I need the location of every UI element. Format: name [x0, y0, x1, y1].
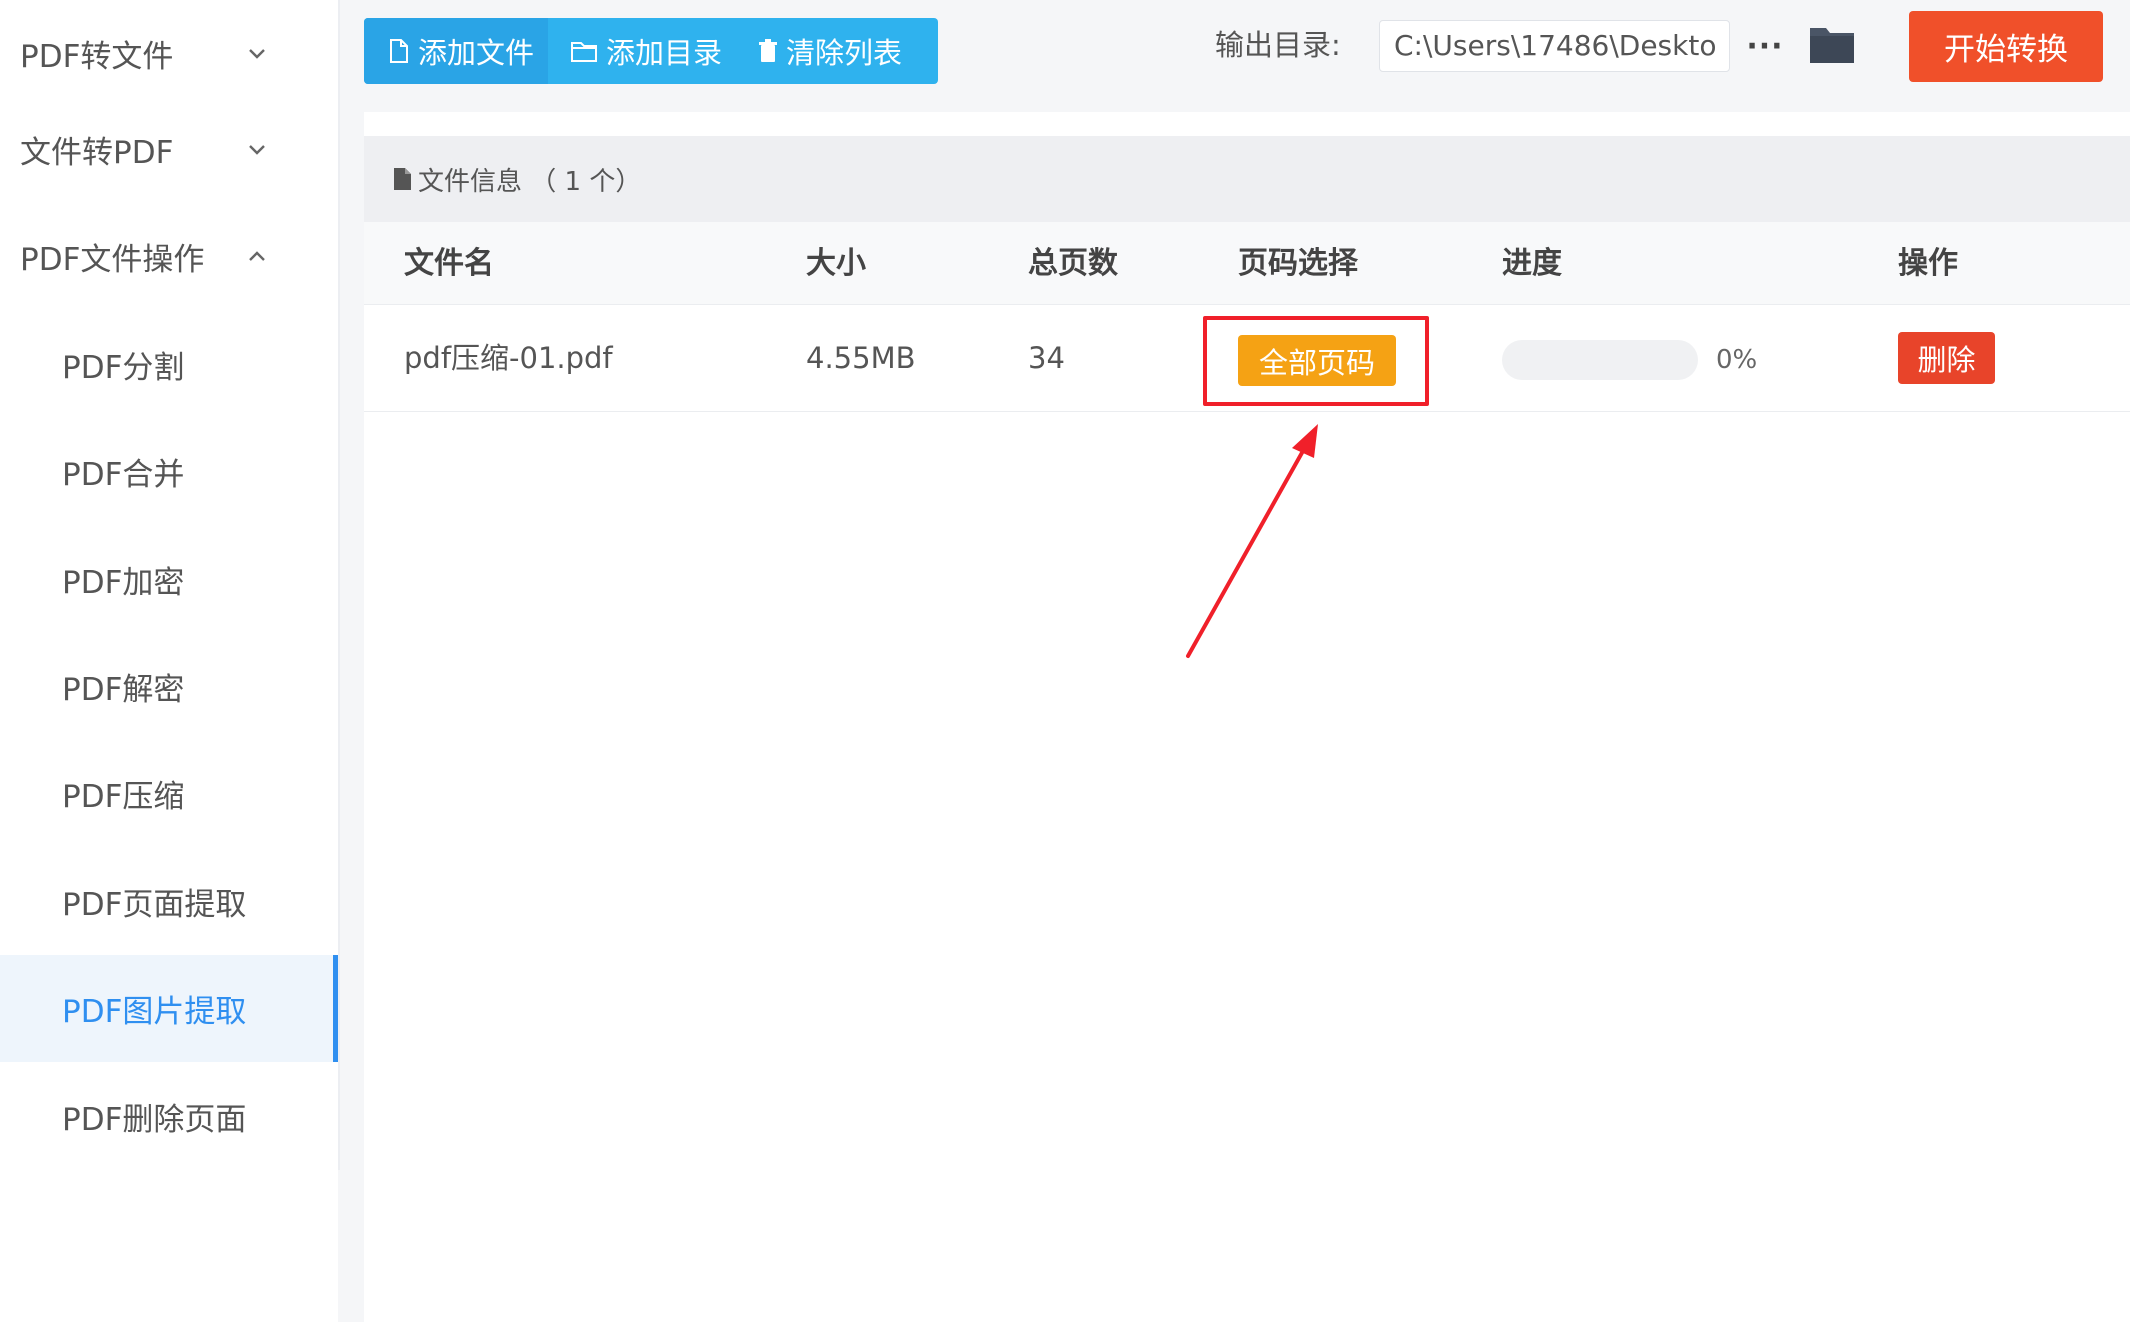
sidebar: PDF转文件 文件转PDF PDF文件操作 PDF分割 PDF合并 PDF加密 …: [0, 0, 338, 1170]
sidebar-item-label: PDF解密: [62, 672, 185, 708]
add-directory-button[interactable]: 添加目录: [548, 18, 736, 84]
sidebar-item-pdf-encrypt[interactable]: PDF加密: [0, 526, 338, 633]
file-name-cell: pdf压缩-01.pdf: [404, 341, 613, 375]
trash-icon: [759, 39, 778, 62]
sidebar-item-pdf-decrypt[interactable]: PDF解密: [0, 633, 338, 740]
start-convert-button[interactable]: 开始转换: [1909, 11, 2103, 82]
sidebar-item-label: PDF删除页面: [62, 1102, 247, 1138]
file-icon: [394, 168, 411, 190]
sidebar-group-pdf-to-file[interactable]: PDF转文件: [0, 0, 338, 107]
clear-list-label: 清除列表: [786, 36, 903, 70]
file-info-bar: 文件信息 （ 1 个）: [364, 136, 2130, 222]
sidebar-group-pdf-operations[interactable]: PDF文件操作: [0, 203, 338, 310]
sidebar-item-label: PDF图片提取: [62, 994, 247, 1030]
total-pages-cell: 34: [1028, 341, 1065, 375]
chevron-down-icon: [249, 144, 265, 155]
column-header-name: 文件名: [404, 246, 494, 281]
progress-text: 0%: [1716, 345, 1758, 375]
column-header-pages: 总页数: [1028, 246, 1118, 281]
file-button-group: 添加文件 添加目录 清除列表: [364, 18, 938, 84]
sidebar-item-label: PDF合并: [62, 457, 185, 493]
sidebar-item-label: PDF页面提取: [62, 887, 247, 923]
sidebar-item-pdf-split[interactable]: PDF分割: [0, 311, 338, 418]
sidebar-item-pdf-image-extract[interactable]: PDF图片提取: [0, 955, 338, 1062]
chevron-down-icon: [249, 48, 265, 59]
file-size-cell: 4.55MB: [806, 341, 916, 375]
sidebar-item-label: PDF分割: [62, 350, 185, 386]
sidebar-item-pdf-page-extract[interactable]: PDF页面提取: [0, 848, 338, 955]
column-header-page-select: 页码选择: [1238, 246, 1358, 281]
sidebar-divider: [338, 0, 340, 1170]
folder-outline-icon: [571, 42, 598, 62]
highlight-annotation-box: [1203, 316, 1429, 406]
sidebar-gutter: [338, 0, 364, 1322]
column-header-size: 大小: [806, 246, 866, 281]
panel-gap: [364, 112, 2130, 136]
sidebar-group-label: PDF转文件: [20, 39, 174, 75]
sidebar-item-label: PDF加密: [62, 565, 185, 601]
progress-bar: [1502, 340, 1698, 380]
sidebar-item-pdf-merge[interactable]: PDF合并: [0, 418, 338, 525]
add-directory-label: 添加目录: [606, 36, 723, 70]
column-header-progress: 进度: [1502, 246, 1562, 281]
folder-icon[interactable]: [1808, 22, 1856, 66]
delete-button[interactable]: 删除: [1898, 332, 1995, 384]
chevron-up-icon: [249, 250, 265, 261]
sidebar-group-label: PDF文件操作: [20, 242, 205, 278]
add-file-label: 添加文件: [418, 36, 535, 70]
sidebar-item-pdf-delete-pages[interactable]: PDF删除页面: [0, 1063, 338, 1170]
browse-more-button[interactable]: ···: [1745, 20, 1785, 72]
sidebar-group-file-to-pdf[interactable]: 文件转PDF: [0, 96, 338, 203]
sidebar-item-pdf-compress[interactable]: PDF压缩: [0, 740, 338, 847]
output-directory-input[interactable]: C:\Users\17486\Deskto: [1379, 20, 1730, 72]
output-directory-label: 输出目录:: [1215, 28, 1341, 62]
sidebar-group-label: 文件转PDF: [20, 135, 174, 171]
column-header-action: 操作: [1898, 246, 1958, 281]
file-icon: [390, 39, 408, 63]
sidebar-item-label: PDF压缩: [62, 779, 185, 815]
file-info-label: 文件信息 （ 1 个）: [418, 166, 642, 197]
table-header: 文件名 大小 总页数 页码选择 进度 操作: [364, 222, 2130, 305]
annotation-arrow-icon: [1186, 424, 1318, 658]
add-file-button[interactable]: 添加文件: [364, 18, 549, 84]
clear-list-button[interactable]: 清除列表: [736, 18, 916, 84]
